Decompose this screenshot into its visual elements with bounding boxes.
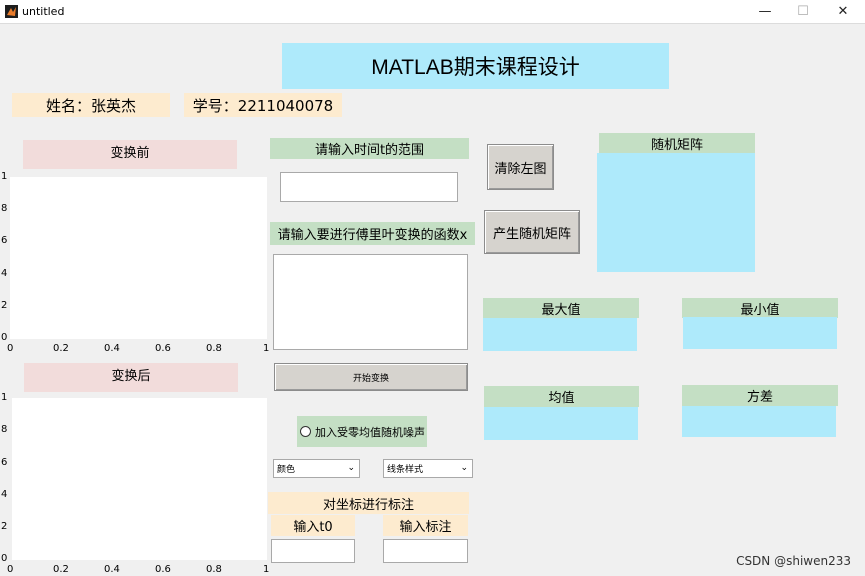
y-tick: 6 [1, 457, 8, 468]
x-tick: 0.4 [104, 343, 120, 354]
after-axes[interactable] [12, 398, 267, 560]
x-tick: 1 [263, 564, 270, 575]
x-tick: 0.8 [206, 564, 222, 575]
y-tick: 8 [1, 203, 8, 214]
chevron-down-icon: ⌄ [460, 463, 468, 473]
x-tick: 0 [7, 343, 14, 354]
close-button[interactable]: ✕ [823, 0, 863, 24]
y-tick: 2 [1, 521, 8, 532]
y-tick: 8 [1, 424, 8, 435]
matlab-icon [5, 5, 18, 18]
x-tick: 0.8 [206, 343, 222, 354]
random-matrix-label: 随机矩阵 [599, 133, 755, 153]
x-tick: 0.6 [155, 343, 171, 354]
line-style-select[interactable]: 线条样式 ⌄ [383, 459, 473, 478]
mark-input[interactable] [383, 539, 468, 563]
y-tick: 0 [1, 553, 8, 564]
function-input-label: 请输入要进行傅里叶变换的函数x [270, 222, 475, 245]
before-transform-label: 变换前 [23, 140, 237, 169]
radio-circle-icon[interactable] [300, 426, 311, 437]
variance-value [682, 406, 836, 437]
time-range-label: 请输入时间t的范围 [270, 138, 469, 159]
min-value [683, 317, 837, 349]
window-title: untitled [22, 5, 65, 18]
student-id: 学号：2211040078 [184, 93, 342, 117]
x-tick: 1 [263, 343, 270, 354]
page-title: MATLAB期末课程设计 [282, 43, 669, 89]
chevron-down-icon: ⌄ [347, 463, 355, 473]
variance-label: 方差 [682, 385, 838, 406]
after-x-ticks: 0 0.2 0.4 0.6 0.8 1 [0, 564, 275, 576]
y-tick: 2 [1, 300, 8, 311]
y-tick: 4 [1, 268, 8, 279]
max-value [483, 318, 637, 351]
annotate-label: 对坐标进行标注 [268, 492, 469, 514]
watermark: CSDN @shiwen233 [736, 554, 851, 568]
line-style-select-value: 线条样式 [387, 465, 424, 475]
before-x-ticks: 0 0.2 0.4 0.6 0.8 1 [0, 343, 275, 357]
before-y-ticks: 1 8 6 4 2 0 [0, 170, 10, 350]
x-tick: 0.4 [104, 564, 120, 575]
after-transform-label: 变换后 [24, 363, 238, 392]
noise-radio-label: 加入受零均值随机噪声 [315, 425, 425, 439]
minimize-button[interactable]: — [745, 0, 785, 24]
y-tick: 0 [1, 332, 8, 343]
x-tick: 0.2 [53, 564, 69, 575]
color-select-value: 颜色 [277, 465, 296, 475]
x-tick: 0.6 [155, 564, 171, 575]
time-range-input[interactable] [280, 172, 458, 202]
start-transform-button[interactable]: 开始变换 [274, 363, 468, 391]
x-tick: 0 [7, 564, 14, 575]
y-tick: 1 [1, 171, 8, 182]
mark-label: 输入标注 [383, 515, 468, 536]
clear-left-plot-button[interactable]: 清除左图 [487, 144, 554, 190]
after-y-ticks: 1 8 6 4 2 0 [0, 391, 10, 571]
y-tick: 4 [1, 489, 8, 500]
maximize-button[interactable]: ☐ [783, 0, 823, 24]
t0-label: 输入t0 [271, 515, 355, 536]
student-name: 姓名：张英杰 [12, 93, 170, 117]
mean-value [484, 407, 638, 440]
y-tick: 1 [1, 392, 8, 403]
min-label: 最小值 [682, 298, 838, 318]
t0-input[interactable] [271, 539, 355, 563]
before-axes[interactable] [10, 177, 267, 339]
x-tick: 0.2 [53, 343, 69, 354]
window-titlebar: untitled — ☐ ✕ [0, 0, 865, 24]
random-matrix-display [597, 153, 755, 272]
noise-radio[interactable]: 加入受零均值随机噪声 [297, 416, 427, 447]
y-tick: 6 [1, 235, 8, 246]
mean-label: 均值 [484, 386, 639, 407]
generate-random-matrix-button[interactable]: 产生随机矩阵 [484, 210, 580, 254]
function-input[interactable] [273, 254, 468, 350]
color-select[interactable]: 颜色 ⌄ [273, 459, 360, 478]
max-label: 最大值 [483, 298, 639, 318]
